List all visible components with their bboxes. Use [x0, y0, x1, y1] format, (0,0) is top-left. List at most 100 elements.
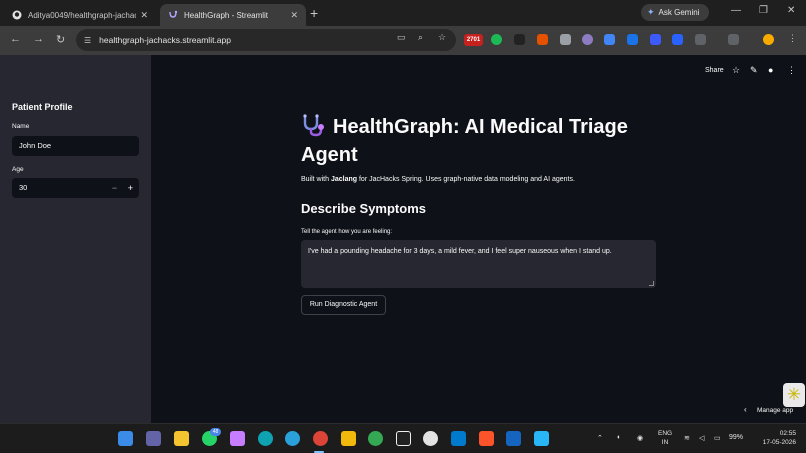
- app-icon[interactable]: [534, 431, 549, 446]
- tray-icon[interactable]: ◐: [617, 434, 621, 441]
- manage-app-button[interactable]: Manage app: [757, 407, 793, 414]
- streamlit-icon: [168, 10, 178, 20]
- github-icon: [12, 10, 22, 20]
- gemini-icon: ✦: [647, 7, 655, 17]
- url-text: healthgraph-jachacks.streamlit.app: [99, 35, 231, 45]
- symptoms-textarea[interactable]: I've had a pounding headache for 3 days,…: [301, 240, 656, 288]
- tab-title: HealthGraph - Streamlit: [184, 10, 269, 20]
- page-title: HealthGraph: AI Medical Triage Agent: [301, 113, 661, 169]
- extension-badge[interactable]: 2701: [464, 34, 483, 46]
- subtitle: Built with Jaclang for JacHacks Spring. …: [301, 176, 575, 183]
- date: 17-05-2026: [762, 439, 796, 446]
- wifi-icon[interactable]: ≋: [684, 434, 690, 442]
- extension-icon[interactable]: [514, 34, 525, 45]
- increment-button[interactable]: +: [123, 178, 138, 198]
- side-panel-icon[interactable]: [728, 34, 739, 45]
- extensions-puzzle-icon[interactable]: [695, 34, 706, 45]
- extension-icon[interactable]: [650, 34, 661, 45]
- name-label: Name: [12, 123, 30, 130]
- battery-icon[interactable]: ▭: [714, 434, 721, 442]
- minimize-icon[interactable]: —: [731, 5, 741, 16]
- age-number-input[interactable]: 30 − +: [12, 178, 139, 198]
- main-content: Share ☆ ✎ ● ⋮ HealthGraph: AI Medical Tr…: [151, 55, 806, 423]
- extension-icon[interactable]: [537, 34, 548, 45]
- sidebar: Patient Profile Name John Doe Age 30 − +: [0, 55, 151, 423]
- restore-icon[interactable]: ❐: [759, 5, 768, 16]
- forward-icon[interactable]: →: [33, 33, 44, 45]
- zoom-icon[interactable]: ⌕: [418, 32, 423, 43]
- browser-tab-strip: Aditya0049/healthgraph-jachacks ✕ Health…: [0, 0, 806, 26]
- close-tab-icon[interactable]: ✕: [140, 10, 148, 21]
- more-menu-icon[interactable]: ⋮: [787, 65, 796, 76]
- battery-percent: 99%: [729, 434, 744, 441]
- vscode-icon[interactable]: [451, 431, 466, 446]
- whatsapp-badge: 48: [210, 428, 221, 436]
- file-explorer-icon[interactable]: [174, 431, 189, 446]
- edit-pencil-icon[interactable]: ✎: [750, 65, 758, 76]
- binance-icon[interactable]: [341, 431, 356, 446]
- decrement-button[interactable]: −: [107, 178, 122, 198]
- lang-top: ENG: [658, 430, 673, 437]
- extension-icon[interactable]: [627, 34, 638, 45]
- chevron-up-icon[interactable]: ⌃: [597, 434, 603, 442]
- subtitle-suffix: for JacHacks Spring. Uses graph-native d…: [357, 176, 575, 183]
- sidebar-title: Patient Profile: [12, 102, 73, 112]
- section-title: Describe Symptoms: [301, 201, 426, 216]
- subtitle-bold: Jaclang: [330, 176, 358, 183]
- copilot-icon[interactable]: [230, 431, 245, 446]
- chrome-profile-icon[interactable]: [368, 431, 383, 446]
- more-menu-icon[interactable]: ⋮: [788, 33, 797, 44]
- resize-handle-icon[interactable]: [649, 281, 654, 286]
- site-info-icon[interactable]: ☰: [84, 36, 91, 45]
- lang-bottom: IN: [661, 439, 669, 446]
- tray-icon[interactable]: ◉: [637, 434, 643, 442]
- symptoms-label: Tell the agent how you are feeling:: [301, 229, 393, 235]
- age-value: 30: [19, 183, 28, 192]
- close-window-icon[interactable]: ✕: [787, 5, 795, 16]
- clock[interactable]: 02:55 17-05-2026: [753, 429, 796, 447]
- back-icon[interactable]: ←: [10, 33, 21, 45]
- volume-icon[interactable]: ◁: [699, 434, 704, 442]
- tab-streamlit[interactable]: HealthGraph - Streamlit ✕: [160, 4, 306, 26]
- teams-icon[interactable]: [146, 431, 161, 446]
- chrome-icon[interactable]: [313, 431, 328, 446]
- extension-icon[interactable]: [604, 34, 615, 45]
- extension-icon[interactable]: [582, 34, 593, 45]
- tradingview-icon[interactable]: [396, 431, 411, 446]
- chevron-left-icon[interactable]: ‹: [744, 405, 747, 414]
- stethoscope-icon: [303, 114, 324, 137]
- gemini-label: Ask Gemini: [658, 8, 700, 17]
- ask-gemini-button[interactable]: ✦ Ask Gemini: [641, 4, 709, 21]
- extension-icon[interactable]: [491, 34, 502, 45]
- tab-github[interactable]: Aditya0049/healthgraph-jachacks ✕: [4, 4, 156, 26]
- extension-icon[interactable]: [672, 34, 683, 45]
- brave-icon[interactable]: [479, 431, 494, 446]
- start-icon[interactable]: [118, 431, 133, 446]
- app-icon[interactable]: [506, 431, 521, 446]
- subtitle-prefix: Built with: [301, 176, 331, 183]
- github-icon[interactable]: ●: [768, 65, 773, 75]
- time: 02:55: [779, 430, 796, 437]
- page-title-text: HealthGraph: AI Medical Triage Agent: [301, 116, 628, 166]
- windows-taskbar: 48 ⌃ ◐ ◉ ENG IN ≋ ◁ ▭ 99% 02:55 17-05-20…: [0, 423, 806, 453]
- profile-avatar[interactable]: [763, 34, 774, 45]
- new-tab-button[interactable]: +: [310, 4, 318, 22]
- run-diagnostic-button[interactable]: Run Diagnostic Agent: [301, 295, 386, 315]
- close-tab-icon[interactable]: ✕: [290, 10, 298, 21]
- bookmark-star-icon[interactable]: ☆: [438, 32, 446, 43]
- floating-widget-icon[interactable]: ✳: [783, 383, 805, 407]
- extension-icon[interactable]: [560, 34, 571, 45]
- star-icon[interactable]: ☆: [732, 65, 740, 76]
- symptoms-text: I've had a pounding headache for 3 days,…: [308, 248, 612, 255]
- name-input[interactable]: John Doe: [12, 136, 139, 156]
- reload-icon[interactable]: ↻: [56, 33, 65, 46]
- telegram-icon[interactable]: [285, 431, 300, 446]
- edge-icon[interactable]: [258, 431, 273, 446]
- language-indicator[interactable]: ENG IN: [658, 429, 672, 447]
- cast-icon[interactable]: ▭: [397, 32, 406, 43]
- tab-title: Aditya0049/healthgraph-jachacks: [28, 10, 137, 20]
- chatgpt-icon[interactable]: [423, 431, 438, 446]
- share-button[interactable]: Share: [705, 67, 724, 74]
- age-label: Age: [12, 166, 24, 173]
- browser-toolbar: ← → ↻ ☰ healthgraph-jachacks.streamlit.a…: [0, 26, 806, 55]
